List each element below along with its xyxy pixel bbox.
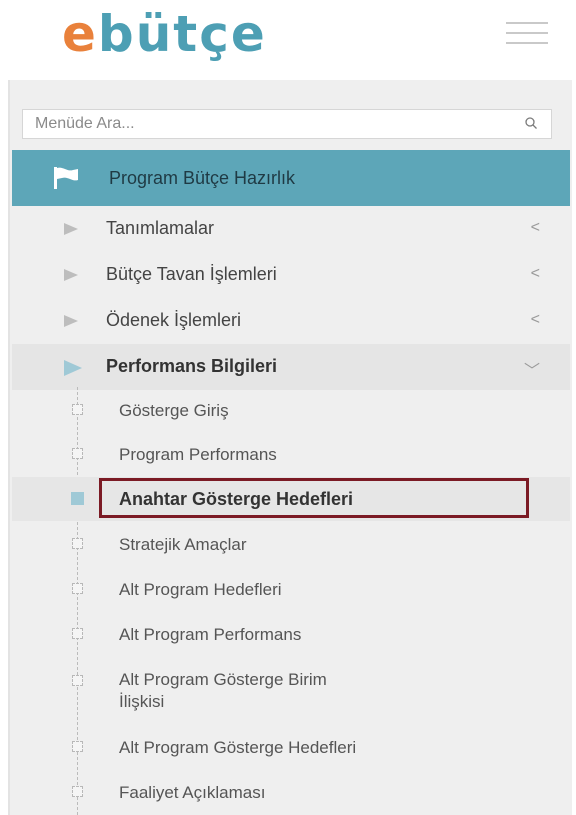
search-input[interactable]	[23, 110, 505, 138]
submenu-item-stratejik-amaclar[interactable]: Stratejik Amaçlar	[12, 523, 570, 567]
menu-item-label: Performans Bilgileri	[106, 356, 278, 376]
tree-node-icon	[72, 741, 83, 752]
chevron-left-icon: <	[530, 265, 540, 282]
chevron-left-icon: <	[530, 311, 540, 328]
ebutce-logo[interactable]: ebütçe	[62, 4, 267, 64]
tree-node-icon	[71, 492, 84, 505]
flag-icon	[54, 167, 78, 189]
submenu-item-label-line1: Alt Program Gösterge Birim	[119, 670, 327, 689]
tree-node-icon	[72, 538, 83, 549]
search-icon[interactable]	[525, 117, 537, 129]
menu-item-label: Bütçe Tavan İşlemleri	[106, 264, 277, 284]
submenu-item-label-line2: İlişkisi	[119, 692, 165, 711]
menu-item-butce-tavan-islemleri[interactable]: Bütçe Tavan İşlemleri <	[12, 252, 570, 298]
submenu-item-faaliyet-aciklamasi[interactable]: Faaliyet Açıklaması	[12, 771, 570, 815]
submenu-item-alt-program-gosterge-birim-iliskisi[interactable]: Alt Program Gösterge Birim İlişkisi	[12, 659, 570, 725]
caret-right-icon	[64, 315, 78, 327]
section-label: Program Bütçe Hazırlık	[109, 168, 296, 188]
submenu-item-alt-program-hedefleri[interactable]: Alt Program Hedefleri	[12, 567, 570, 613]
submenu-item-label: Alt Program Hedefleri	[119, 580, 282, 599]
submenu-item-program-performans[interactable]: Program Performans	[12, 433, 570, 477]
chevron-left-icon: <	[530, 219, 540, 236]
logo-part2: bütçe	[97, 5, 267, 63]
caret-right-icon	[64, 360, 82, 376]
submenu-item-label: Alt Program Gösterge Birim İlişkisi	[119, 669, 327, 713]
tree-node-icon	[72, 404, 83, 415]
menu-item-label: Tanımlamalar	[106, 218, 215, 238]
selected-item-highlight	[99, 478, 529, 518]
logo-part1: e	[62, 5, 98, 63]
submenu-item-alt-program-performans[interactable]: Alt Program Performans	[12, 613, 570, 657]
chevron-down-icon: ﹀	[523, 363, 540, 380]
menu-search	[22, 109, 552, 139]
header: ebütçe	[0, 0, 576, 70]
section-program-butce-hazirlik[interactable]: Program Bütçe Hazırlık	[12, 150, 570, 206]
menu-item-performans-bilgileri[interactable]: Performans Bilgileri ﹀	[12, 344, 570, 390]
menu-item-tanimlamalar[interactable]: Tanımlamalar <	[12, 206, 570, 252]
hamburger-icon[interactable]	[506, 22, 548, 46]
submenu-item-alt-program-gosterge-hedefleri[interactable]: Alt Program Gösterge Hedefleri	[12, 725, 570, 771]
tree-node-icon	[72, 448, 83, 459]
menu-item-odenek-islemleri[interactable]: Ödenek İşlemleri <	[12, 298, 570, 344]
tree-node-icon	[72, 786, 83, 797]
submenu-item-label: Faaliyet Açıklaması	[119, 783, 266, 802]
submenu-item-label: Alt Program Gösterge Hedefleri	[119, 738, 357, 757]
tree-node-icon	[72, 583, 83, 594]
caret-right-icon	[64, 269, 78, 281]
submenu-item-label: Alt Program Performans	[119, 625, 302, 644]
caret-right-icon	[64, 223, 78, 235]
tree-node-icon	[72, 628, 83, 639]
tree-node-icon	[72, 675, 83, 686]
submenu-item-label: Stratejik Amaçlar	[119, 535, 247, 554]
submenu-item-label: Program Performans	[119, 445, 277, 464]
menu-item-label: Ödenek İşlemleri	[106, 310, 242, 330]
submenu-item-gosterge-giris[interactable]: Gösterge Giriş	[12, 391, 570, 431]
submenu-item-label: Gösterge Giriş	[119, 401, 229, 420]
